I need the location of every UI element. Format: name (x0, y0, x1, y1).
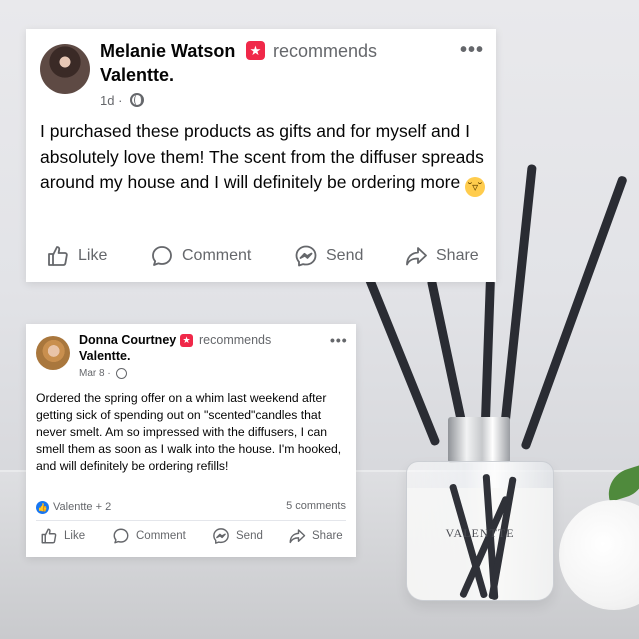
more-options-icon[interactable]: ••• (330, 332, 348, 348)
comment-button[interactable]: Comment (150, 239, 251, 273)
page-name[interactable]: Valentte. (100, 65, 174, 86)
author-name[interactable]: Melanie Watson (100, 41, 235, 62)
reed-stick (498, 164, 537, 449)
send-label: Send (326, 247, 364, 264)
avatar[interactable] (36, 336, 70, 370)
like-label: Like (64, 530, 86, 542)
post-time[interactable]: Mar 8 · (79, 368, 111, 379)
send-button[interactable]: Send (212, 522, 263, 550)
post-body: I purchased these products as gifts and … (40, 119, 488, 197)
send-label: Send (236, 530, 263, 542)
like-reaction-icon: 👍 (36, 500, 49, 514)
author-name[interactable]: Donna Courtney (79, 333, 176, 347)
thumbs-up-icon (40, 527, 58, 545)
recommends-text: recommends (199, 333, 272, 347)
thumbs-up-icon (46, 244, 70, 268)
comment-label: Comment (136, 530, 186, 542)
post-card-donna: Donna Courtney ★ recommends Valentte. Ma… (26, 324, 356, 557)
post-card-melanie: Melanie Watson ★ recommends Valentte. 1d… (26, 29, 496, 282)
comment-bubble-icon (112, 527, 130, 545)
page-name-text[interactable]: Valentte (79, 349, 127, 363)
messenger-icon (294, 244, 318, 268)
comment-bubble-icon (150, 244, 174, 268)
like-button[interactable]: Like (40, 522, 85, 550)
share-button[interactable]: Share (404, 239, 479, 273)
share-arrow-icon (288, 527, 306, 545)
post-actions: Like Comment Send Share (26, 239, 496, 273)
bottle-brand-label: VALENTTE (445, 526, 515, 540)
like-button[interactable]: Like (46, 239, 107, 273)
globe-icon (116, 368, 127, 379)
page-name-text[interactable]: Valentte (100, 65, 169, 85)
reactions-summary[interactable]: 👍 Valentte + 2 (36, 500, 111, 514)
post-time[interactable]: 1d · (100, 93, 122, 108)
grin-emoji-icon: ˘▿˘ (465, 177, 486, 197)
share-arrow-icon (404, 244, 428, 268)
reactions-label[interactable]: Valentte + 2 (53, 501, 111, 513)
messenger-icon (212, 527, 230, 545)
comment-button[interactable]: Comment (112, 522, 186, 550)
recommends-text: recommends (273, 41, 378, 61)
post-actions: Like Comment Send Share (26, 522, 356, 550)
globe-icon (130, 93, 144, 107)
post-time-text[interactable]: 1d (100, 93, 114, 108)
divider (36, 520, 346, 521)
post-body: Ordered the spring offer on a whim last … (36, 391, 342, 473)
post-time-text[interactable]: Mar 8 (79, 368, 105, 379)
post-body-text: I purchased these products as gifts and … (40, 121, 484, 192)
comment-label: Comment (182, 247, 252, 264)
comments-count[interactable]: 5 comments (286, 500, 346, 512)
recommend-star-icon: ★ (246, 41, 265, 60)
avatar[interactable] (40, 44, 90, 94)
share-button[interactable]: Share (288, 522, 343, 550)
share-label: Share (312, 530, 343, 542)
recommend-star-icon: ★ (180, 334, 193, 347)
page-name[interactable]: Valentte. (79, 349, 130, 363)
diffuser-bottle: VALENTTE (406, 461, 554, 601)
send-button[interactable]: Send (294, 239, 363, 273)
bottle-cap (448, 417, 510, 463)
more-options-icon[interactable]: ••• (460, 39, 484, 62)
share-label: Share (436, 247, 479, 264)
like-label: Like (78, 247, 108, 264)
reed-stick (520, 174, 628, 451)
